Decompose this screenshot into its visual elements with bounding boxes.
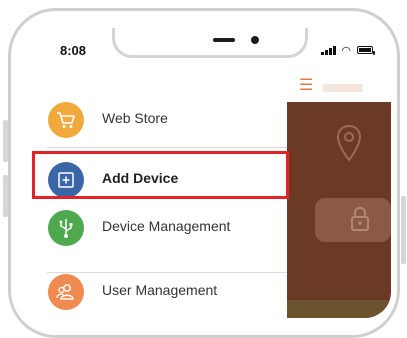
usb-icon — [59, 219, 73, 238]
front-camera — [251, 36, 259, 44]
app-background — [287, 76, 391, 318]
menu-item-device-management[interactable]: Device Management — [33, 204, 287, 260]
wifi-icon: ◠ — [341, 45, 351, 57]
menu-item-user-management[interactable]: User Management — [33, 268, 287, 318]
power-button — [401, 196, 406, 264]
divider — [47, 147, 287, 148]
menu-item-label: Web Store — [102, 110, 168, 126]
menu-item-web-store[interactable]: Web Store — [33, 96, 287, 152]
highlight-frame-add-device — [32, 151, 289, 199]
battery-icon — [357, 46, 375, 55]
notch — [112, 28, 308, 58]
status-time: 8:08 — [60, 43, 87, 58]
app-bottom-strip — [287, 300, 391, 318]
lock-icon — [351, 206, 369, 231]
header-placeholder — [323, 84, 363, 92]
shopping-cart-icon — [57, 112, 75, 128]
signal-icon — [321, 45, 336, 55]
menu-icon-circle — [48, 210, 84, 246]
hamburger-menu-icon[interactable]: ☰ — [299, 78, 313, 94]
location-pin-icon — [336, 124, 362, 162]
menu-item-label: User Management — [102, 282, 218, 298]
volume-up-button — [3, 120, 8, 162]
status-icons: ◠ — [313, 45, 375, 57]
menu-item-label: Device Management — [102, 218, 231, 234]
menu-icon-circle — [48, 274, 84, 310]
users-icon — [56, 284, 74, 300]
menu-icon-circle — [48, 102, 84, 138]
speaker-grille — [213, 38, 235, 42]
volume-down-button — [3, 175, 8, 217]
status-bar: 8:08 ◠ — [33, 28, 391, 76]
